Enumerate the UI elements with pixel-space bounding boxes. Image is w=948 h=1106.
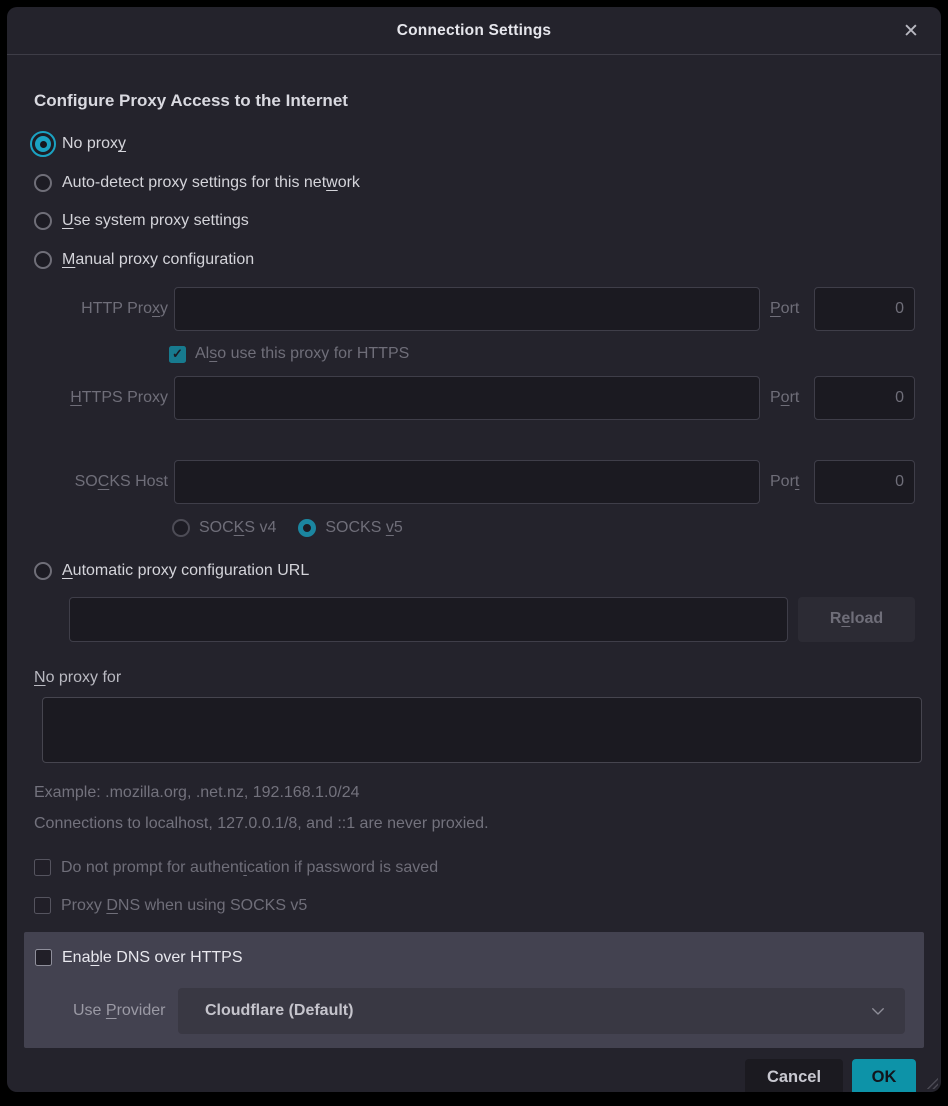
radio-no-proxy[interactable]	[30, 131, 56, 157]
no-proxy-for-textarea[interactable]	[42, 697, 922, 763]
radio-row-use-system[interactable]: Use system proxy settings	[34, 202, 915, 241]
socks-version-row: SOCKS v4 SOCKS v5	[172, 513, 915, 543]
socks-port-label: Port	[770, 473, 814, 491]
connection-settings-dialog: Connection Settings ✕ Configure Proxy Ac…	[7, 7, 941, 1092]
http-port-input[interactable]	[814, 287, 915, 331]
proxy-dns-checkbox[interactable]	[34, 897, 51, 914]
no-proxy-for-label: No proxy for	[34, 669, 915, 687]
dialog-footer: Cancel OK	[7, 1048, 941, 1093]
http-port-label: Port	[770, 300, 814, 318]
also-https-label: Also use this proxy for HTTPS	[195, 345, 409, 363]
radio-auto-config[interactable]	[34, 562, 52, 580]
check-icon: ✓	[172, 346, 183, 362]
dialog-title: Connection Settings	[397, 22, 552, 40]
enable-doh-label: Enable DNS over HTTPS	[62, 949, 243, 967]
radio-label-manual: Manual proxy configuration	[62, 251, 254, 269]
radio-auto-detect[interactable]	[34, 174, 52, 192]
http-proxy-label: HTTP Proxy	[34, 300, 168, 318]
enable-doh-checkbox[interactable]	[35, 949, 52, 966]
radio-label-auto-detect: Auto-detect proxy settings for this netw…	[62, 174, 360, 192]
provider-selected-value: Cloudflare (Default)	[205, 1002, 869, 1020]
https-proxy-input[interactable]	[174, 376, 760, 420]
use-provider-label: Use Provider	[35, 1002, 178, 1020]
also-https-row[interactable]: ✓ Also use this proxy for HTTPS	[169, 340, 915, 368]
https-proxy-row: HTTPS Proxy Port	[34, 376, 915, 420]
proxy-dns-label: Proxy DNS when using SOCKS v5	[61, 897, 307, 915]
radio-socks-v4[interactable]	[172, 519, 190, 537]
reload-button[interactable]: Reload	[798, 597, 915, 642]
radio-row-auto-detect[interactable]: Auto-detect proxy settings for this netw…	[34, 164, 915, 203]
chevron-down-icon	[869, 1002, 887, 1020]
provider-row: Use Provider Cloudflare (Default)	[35, 988, 905, 1034]
close-icon: ✕	[903, 20, 919, 43]
dialog-titlebar: Connection Settings ✕	[7, 7, 941, 55]
auto-config-url-row: Reload	[69, 597, 915, 642]
socks-host-label: SOCKS Host	[34, 473, 168, 491]
manual-proxy-section: HTTP Proxy Port ✓ Also use this proxy fo…	[34, 287, 915, 543]
http-proxy-input[interactable]	[174, 287, 760, 331]
localhost-note-text: Connections to localhost, 127.0.0.1/8, a…	[34, 815, 915, 833]
proxy-dns-row[interactable]: Proxy DNS when using SOCKS v5	[34, 897, 915, 915]
dns-over-https-panel: Enable DNS over HTTPS Use Provider Cloud…	[24, 932, 924, 1048]
radio-label-auto-config: Automatic proxy configuration URL	[62, 562, 309, 580]
no-proxy-example-text: Example: .mozilla.org, .net.nz, 192.168.…	[34, 784, 915, 802]
ok-button[interactable]: OK	[852, 1059, 916, 1093]
socks-v4-label: SOCKS v4	[199, 519, 276, 537]
close-button[interactable]: ✕	[897, 17, 925, 45]
radio-row-auto-config[interactable]: Automatic proxy configuration URL	[34, 552, 915, 591]
http-proxy-row: HTTP Proxy Port	[34, 287, 915, 331]
also-https-checkbox[interactable]: ✓	[169, 346, 186, 363]
radio-row-no-proxy[interactable]: No proxy	[34, 125, 915, 164]
radio-manual[interactable]	[34, 251, 52, 269]
radio-socks-v5[interactable]	[298, 519, 316, 537]
radio-label-use-system: Use system proxy settings	[62, 212, 249, 230]
socks-port-input[interactable]	[814, 460, 915, 504]
https-port-label: Port	[770, 389, 814, 407]
radio-use-system[interactable]	[34, 212, 52, 230]
dialog-content: Configure Proxy Access to the Internet N…	[7, 55, 941, 1048]
auto-config-url-input[interactable]	[69, 597, 788, 642]
https-proxy-label: HTTPS Proxy	[34, 389, 168, 407]
no-prompt-auth-checkbox[interactable]	[34, 859, 51, 876]
cancel-button[interactable]: Cancel	[745, 1059, 843, 1093]
radio-row-manual[interactable]: Manual proxy configuration	[34, 241, 915, 280]
enable-doh-row[interactable]: Enable DNS over HTTPS	[35, 945, 905, 971]
provider-dropdown[interactable]: Cloudflare (Default)	[178, 988, 905, 1034]
socks-v5-label: SOCKS v5	[325, 519, 402, 537]
socks-host-input[interactable]	[174, 460, 760, 504]
socks-host-row: SOCKS Host Port	[34, 460, 915, 504]
no-prompt-auth-label: Do not prompt for authentication if pass…	[61, 859, 438, 877]
section-heading: Configure Proxy Access to the Internet	[34, 91, 915, 111]
https-port-input[interactable]	[814, 376, 915, 420]
radio-label-no-proxy: No proxy	[62, 135, 126, 153]
no-prompt-auth-row[interactable]: Do not prompt for authentication if pass…	[34, 859, 915, 877]
